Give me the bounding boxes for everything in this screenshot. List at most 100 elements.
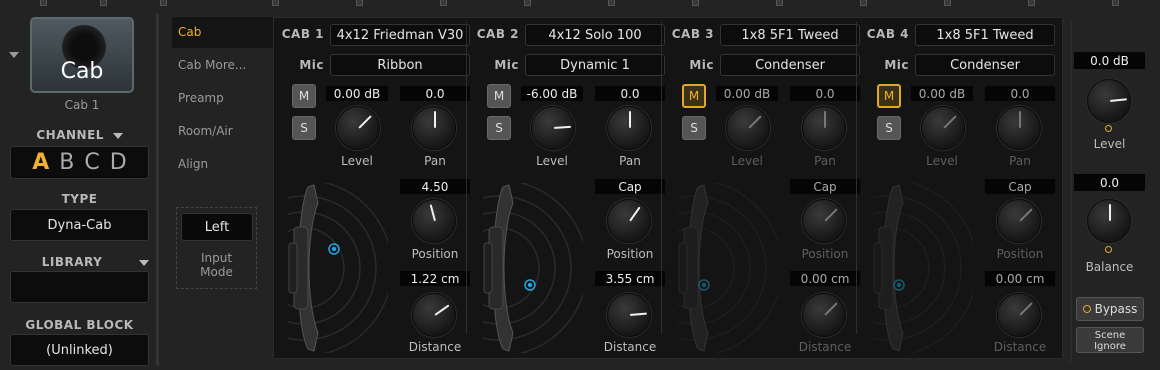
cab-level-knob[interactable] bbox=[726, 106, 770, 150]
mute-button[interactable]: M bbox=[877, 84, 901, 108]
top-connector bbox=[1112, 0, 1119, 6]
mic-position-knob[interactable] bbox=[802, 199, 846, 243]
mic-field[interactable]: Ribbon bbox=[330, 54, 470, 76]
cab-pan-label: Pan bbox=[814, 154, 836, 168]
tab-cab[interactable]: Cab bbox=[172, 17, 274, 48]
global-block-label: GLOBAL BLOCK bbox=[25, 318, 134, 332]
cab-pan-value: 0.0 bbox=[790, 86, 860, 101]
speaker-diagram-icon[interactable] bbox=[483, 183, 583, 353]
tab-room-air[interactable]: Room/Air bbox=[178, 124, 233, 138]
mic-distance-knob[interactable] bbox=[607, 293, 651, 337]
cab-level-knob[interactable] bbox=[531, 106, 575, 150]
top-connector bbox=[356, 0, 363, 6]
cab-label: CAB 3 bbox=[671, 27, 714, 41]
cab-pan-knob[interactable] bbox=[412, 106, 456, 150]
mic-distance-label: Distance bbox=[408, 340, 462, 354]
cab-label: CAB 1 bbox=[281, 27, 324, 41]
balance-indicator-icon bbox=[1105, 246, 1112, 253]
top-connector bbox=[944, 0, 951, 6]
top-connector bbox=[776, 0, 783, 6]
input-mode-button[interactable]: Left bbox=[181, 213, 253, 241]
mute-button[interactable]: M bbox=[292, 84, 316, 108]
cab-model-field[interactable]: 1x8 5F1 Tweed bbox=[720, 24, 860, 46]
mic-position-value: Cap bbox=[595, 179, 665, 194]
solo-button[interactable]: S bbox=[682, 116, 706, 140]
cab-level-value: 0.00 dB bbox=[911, 86, 973, 101]
divider bbox=[156, 14, 159, 366]
mic-distance-value: 1.22 cm bbox=[400, 271, 470, 286]
bypass-button[interactable]: Bypass bbox=[1076, 297, 1144, 321]
cab-model-field[interactable]: 4x12 Friedman V30 bbox=[330, 24, 470, 46]
master-level-value: 0.0 dB bbox=[1074, 52, 1145, 69]
solo-button[interactable]: S bbox=[292, 116, 316, 140]
channel-b[interactable]: B bbox=[59, 150, 74, 175]
speaker-diagram-icon[interactable] bbox=[678, 183, 778, 353]
top-connector bbox=[272, 0, 279, 6]
channel-selector[interactable]: A B C D bbox=[10, 146, 149, 179]
cab-divider bbox=[661, 22, 662, 334]
master-level-label: Level bbox=[1093, 137, 1126, 151]
bypass-led-icon bbox=[1082, 305, 1091, 313]
chevron-down-icon bbox=[138, 259, 149, 266]
global-block-field[interactable]: (Unlinked) bbox=[10, 334, 149, 366]
channel-d[interactable]: D bbox=[110, 150, 127, 175]
channel-c[interactable]: C bbox=[84, 150, 99, 175]
scene-ignore-button[interactable]: Scene Ignore bbox=[1076, 327, 1144, 353]
solo-button[interactable]: S bbox=[487, 116, 511, 140]
cab-model-field[interactable]: 4x12 Solo 100 bbox=[525, 24, 665, 46]
library-field[interactable] bbox=[10, 271, 149, 303]
mic-field[interactable]: Condenser bbox=[720, 54, 860, 76]
level-indicator-icon bbox=[1105, 125, 1112, 132]
bypass-label: Bypass bbox=[1094, 302, 1138, 316]
mic-position-knob[interactable] bbox=[412, 199, 456, 243]
speaker-diagram-icon[interactable] bbox=[873, 183, 973, 353]
mic-position-knob[interactable] bbox=[997, 199, 1041, 243]
balance-value: 0.0 bbox=[1074, 174, 1145, 191]
top-connector bbox=[160, 0, 167, 6]
speaker-diagram-icon[interactable] bbox=[288, 183, 388, 353]
mic-label: Mic bbox=[299, 58, 324, 72]
cab-level-label: Level bbox=[926, 154, 958, 168]
top-connector bbox=[100, 0, 107, 6]
cab-level-label: Level bbox=[536, 154, 568, 168]
cab-pan-knob[interactable] bbox=[997, 106, 1041, 150]
collapse-arrow-icon[interactable] bbox=[9, 52, 19, 58]
cab-model-field[interactable]: 1x8 5F1 Tweed bbox=[915, 24, 1055, 46]
mic-position-label: Position bbox=[996, 247, 1044, 261]
input-mode-group: Left Input Mode bbox=[176, 207, 257, 289]
cab-pan-value: 0.0 bbox=[985, 86, 1055, 101]
mic-distance-value: 0.00 cm bbox=[790, 271, 860, 286]
cab-column-3: CAB 3 1x8 5F1 Tweed Mic Condenser M S 0.… bbox=[670, 17, 865, 359]
tab-cab-more[interactable]: Cab More... bbox=[178, 58, 246, 72]
cab-column-4: CAB 4 1x8 5F1 Tweed Mic Condenser M S 0.… bbox=[865, 17, 1060, 359]
mic-distance-knob[interactable] bbox=[997, 293, 1041, 337]
mic-distance-knob[interactable] bbox=[412, 293, 456, 337]
tab-preamp[interactable]: Preamp bbox=[178, 91, 224, 105]
cab-pan-knob[interactable] bbox=[802, 106, 846, 150]
channel-a[interactable]: A bbox=[32, 150, 49, 175]
mic-field[interactable]: Dynamic 1 bbox=[525, 54, 665, 76]
solo-button[interactable]: S bbox=[877, 116, 901, 140]
cab-pan-knob[interactable] bbox=[607, 106, 651, 150]
block-icon-button[interactable]: Cab bbox=[30, 17, 134, 93]
cab-level-knob[interactable] bbox=[336, 106, 380, 150]
type-field[interactable]: Dyna-Cab bbox=[10, 209, 149, 241]
mute-button[interactable]: M bbox=[487, 84, 511, 108]
divider bbox=[1070, 20, 1072, 362]
mic-position-label: Position bbox=[411, 247, 459, 261]
mic-field[interactable]: Condenser bbox=[915, 54, 1055, 76]
mute-button[interactable]: M bbox=[682, 84, 706, 108]
library-label[interactable]: LIBRARY bbox=[10, 255, 149, 269]
channel-label[interactable]: CHANNEL bbox=[10, 128, 149, 142]
master-level-knob[interactable] bbox=[1087, 79, 1131, 123]
top-connector bbox=[692, 0, 699, 6]
cab-pan-label: Pan bbox=[424, 154, 446, 168]
tab-align[interactable]: Align bbox=[178, 157, 208, 171]
cab-column-2: CAB 2 4x12 Solo 100 Mic Dynamic 1 M S -6… bbox=[475, 17, 670, 359]
mic-position-knob[interactable] bbox=[607, 199, 651, 243]
input-mode-label: Input Mode bbox=[200, 251, 233, 279]
cab-label: CAB 2 bbox=[476, 27, 519, 41]
mic-distance-knob[interactable] bbox=[802, 293, 846, 337]
balance-knob[interactable] bbox=[1087, 199, 1131, 243]
cab-level-knob[interactable] bbox=[921, 106, 965, 150]
